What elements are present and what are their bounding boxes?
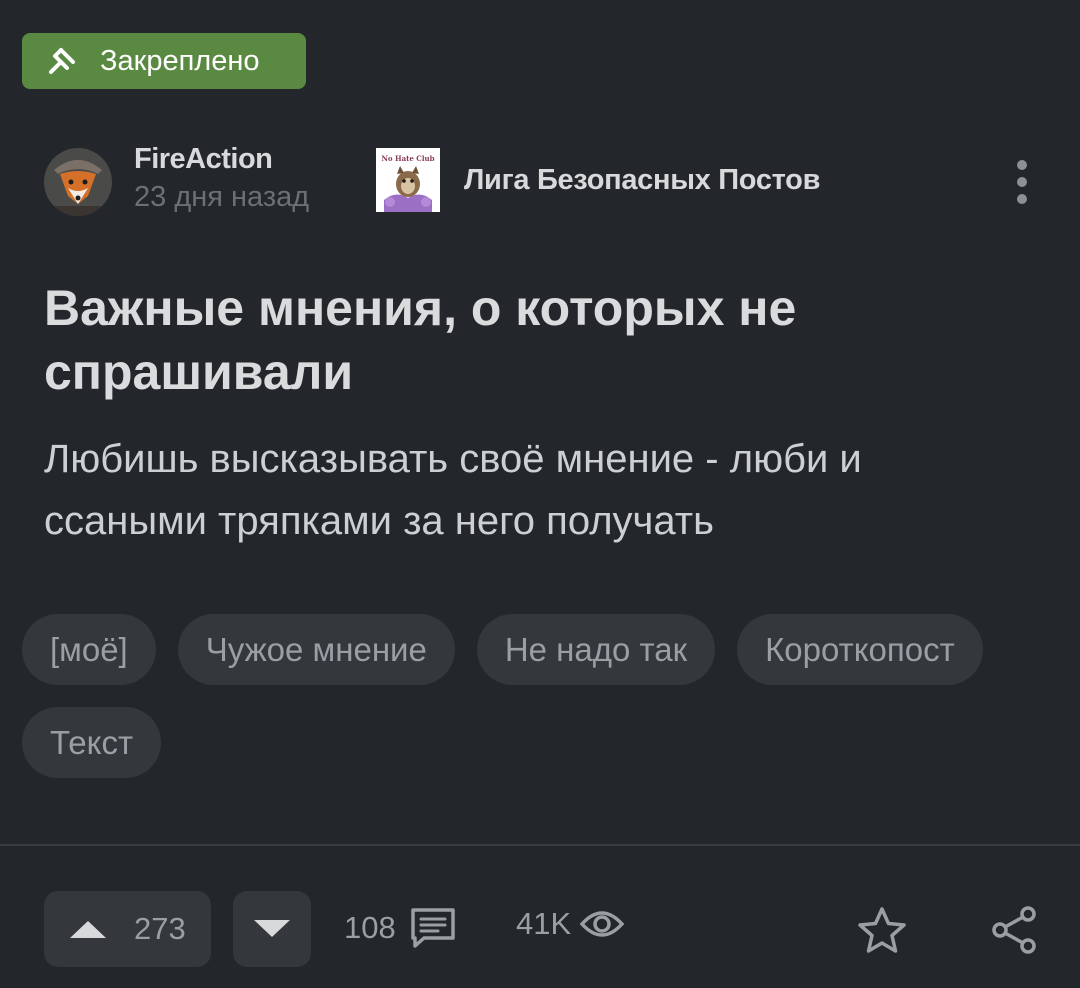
save-button[interactable] bbox=[856, 905, 908, 957]
post-title[interactable]: Важные мнения, о которых не спрашивали bbox=[44, 276, 1004, 404]
star-icon bbox=[858, 907, 906, 953]
tag-chip[interactable]: Не надо так bbox=[476, 614, 716, 685]
views-counter: 41K bbox=[516, 906, 625, 942]
author-block[interactable]: FireAction 23 дня назад bbox=[44, 140, 309, 216]
eye-icon bbox=[579, 911, 625, 937]
pinned-label: Закреплено bbox=[100, 44, 260, 77]
post-text: Любишь высказывать своё мнение - люби и … bbox=[44, 437, 862, 543]
divider bbox=[0, 844, 1080, 846]
upvote-button[interactable]: 273 bbox=[44, 891, 211, 967]
tag-chip[interactable]: Текст bbox=[22, 707, 162, 778]
community-link[interactable]: No Hate Club Лига Безопасных Постов bbox=[376, 148, 820, 212]
pinned-badge: Закреплено bbox=[22, 33, 306, 89]
views-count: 41K bbox=[516, 906, 572, 941]
tag-chip[interactable]: Короткопост bbox=[737, 614, 983, 685]
share-icon bbox=[992, 906, 1036, 954]
more-options-button[interactable] bbox=[1004, 156, 1040, 208]
pin-icon bbox=[44, 43, 80, 79]
community-logo[interactable]: No Hate Club bbox=[376, 148, 440, 212]
comment-icon bbox=[410, 908, 455, 948]
tag-list: [моё] Чужое мнение Не надо так Короткопо… bbox=[22, 614, 1022, 778]
downvote-button[interactable] bbox=[233, 891, 311, 967]
share-button[interactable] bbox=[990, 905, 1038, 955]
triangle-down-icon bbox=[254, 920, 290, 937]
author-name[interactable]: FireAction bbox=[134, 140, 309, 178]
author-avatar[interactable] bbox=[44, 148, 112, 216]
more-vertical-icon bbox=[1017, 177, 1027, 187]
rating-count: 273 bbox=[134, 911, 186, 946]
post-time: 23 дня назад bbox=[134, 181, 310, 213]
tag-chip[interactable]: Чужое мнение bbox=[177, 614, 455, 685]
comments-button[interactable]: 108 bbox=[344, 906, 458, 950]
community-name[interactable]: Лига Безопасных Постов bbox=[464, 164, 820, 197]
comments-count: 108 bbox=[344, 910, 396, 945]
tag-chip[interactable]: [моё] bbox=[22, 614, 156, 685]
community-logo-text: No Hate Club bbox=[381, 154, 435, 163]
more-vertical-icon bbox=[1017, 160, 1027, 170]
triangle-up-icon bbox=[70, 921, 106, 938]
more-vertical-icon bbox=[1017, 194, 1027, 204]
